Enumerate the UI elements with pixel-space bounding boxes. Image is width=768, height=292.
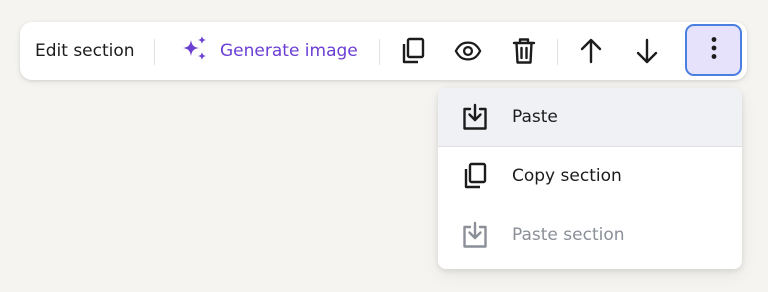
more-vertical-icon [710,36,718,64]
eye-icon[interactable] [454,37,482,65]
paste-icon [460,220,490,250]
toolbar-divider [379,39,380,65]
trash-icon[interactable] [510,37,538,65]
more-options-button[interactable] [685,24,742,76]
generate-image-label: Generate image [220,41,358,61]
menu-item-label: Paste [512,107,558,127]
page-canvas: Edit section Generate image Paste Copy s… [0,0,768,292]
more-options-menu: Paste Copy section Paste section [438,88,742,269]
copy-icon [460,161,490,191]
menu-item-label: Paste section [512,225,625,245]
toolbar-divider [557,39,558,65]
sparkles-icon [180,34,210,68]
generate-image-button[interactable]: Generate image [180,34,358,68]
menu-item-paste[interactable]: Paste [438,88,742,146]
menu-item-label: Copy section [512,166,622,186]
arrow-up-icon[interactable] [577,37,605,65]
menu-item-copy-section[interactable]: Copy section [438,147,742,205]
paste-icon [460,102,490,132]
section-toolbar: Edit section Generate image [20,22,747,80]
edit-section-label[interactable]: Edit section [35,41,135,61]
arrow-down-icon[interactable] [633,37,661,65]
toolbar-divider [154,39,155,65]
copy-icon[interactable] [399,37,427,65]
menu-item-paste-section[interactable]: Paste section [438,206,742,264]
